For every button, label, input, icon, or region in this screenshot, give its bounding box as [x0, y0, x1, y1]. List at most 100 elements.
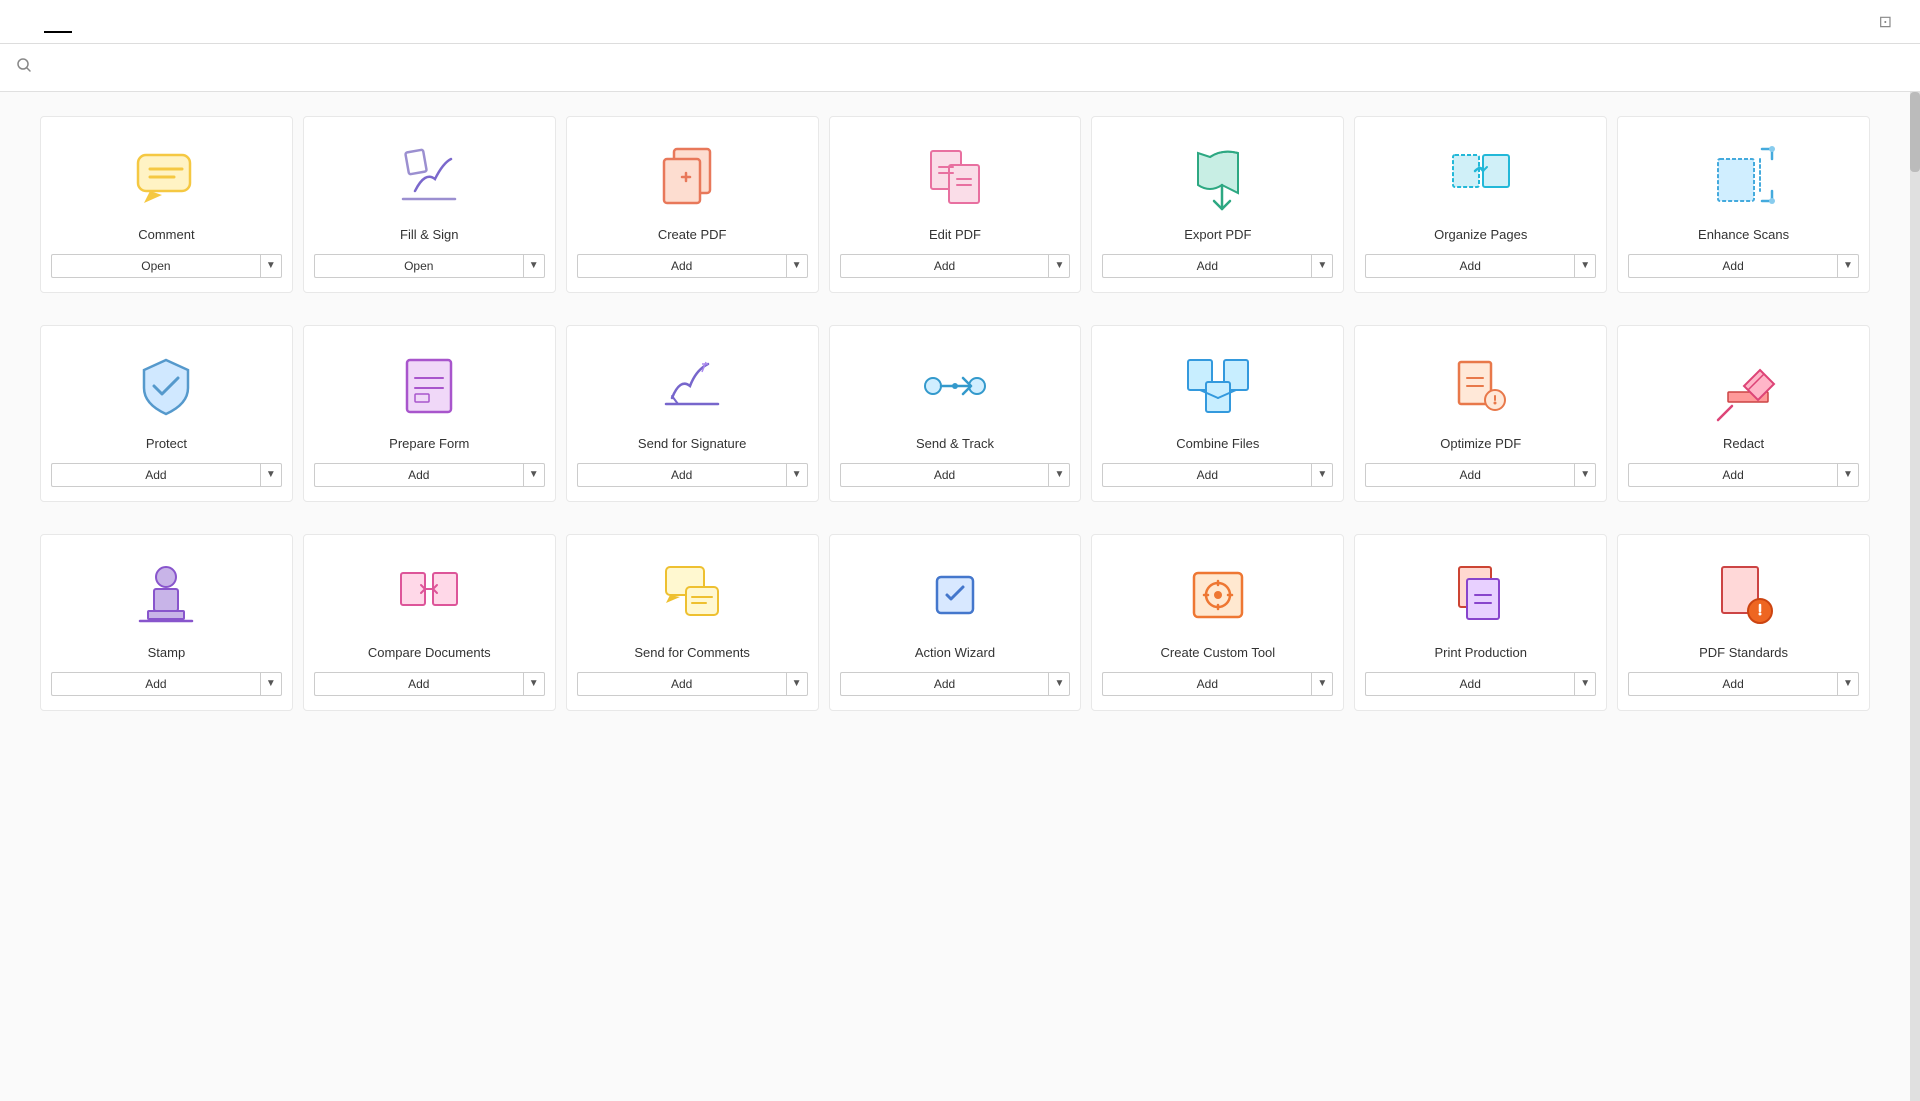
- btn-row-send-comments: Add▼: [577, 672, 808, 696]
- tools-grid-row2: ProtectAdd▼ Prepare FormAdd▼ Send for Si…: [40, 325, 1870, 502]
- tool-card-send-comments: Send for CommentsAdd▼: [566, 534, 819, 711]
- btn-main-optimize-pdf[interactable]: Add: [1365, 463, 1574, 487]
- action-wizard-icon: [915, 555, 995, 635]
- btn-dropdown-fill-sign[interactable]: ▼: [523, 254, 545, 278]
- btn-row-edit-pdf: Add▼: [840, 254, 1071, 278]
- btn-dropdown-combine-files[interactable]: ▼: [1311, 463, 1333, 487]
- tool-name-redact: Redact: [1723, 436, 1764, 453]
- btn-dropdown-comment[interactable]: ▼: [260, 254, 282, 278]
- btn-row-action-wizard: Add▼: [840, 672, 1071, 696]
- btn-main-fill-sign[interactable]: Open: [314, 254, 523, 278]
- tool-card-edit-pdf: Edit PDF Add▼: [829, 116, 1082, 293]
- btn-main-edit-pdf[interactable]: Add: [840, 254, 1049, 278]
- btn-row-create-custom-tool: Add▼: [1102, 672, 1333, 696]
- tool-name-action-wizard: Action Wizard: [915, 645, 995, 662]
- search-icon: [16, 57, 32, 78]
- nav-tab-tools[interactable]: [44, 11, 72, 33]
- btn-row-redact: Add▼: [1628, 463, 1859, 487]
- btn-row-compare-docs: Add▼: [314, 672, 545, 696]
- tool-name-pdf-standards: PDF Standards: [1699, 645, 1788, 662]
- btn-main-protect[interactable]: Add: [51, 463, 260, 487]
- print-production-icon: [1441, 555, 1521, 635]
- export-pdf-icon: [1178, 137, 1258, 217]
- tool-name-comment: Comment: [138, 227, 194, 244]
- btn-main-send-track[interactable]: Add: [840, 463, 1049, 487]
- btn-dropdown-pdf-standards[interactable]: ▼: [1837, 672, 1859, 696]
- btn-main-create-custom-tool[interactable]: Add: [1102, 672, 1311, 696]
- tool-card-print-production: Print Production Add▼: [1354, 534, 1607, 711]
- redact-icon: [1704, 346, 1784, 426]
- btn-main-stamp[interactable]: Add: [51, 672, 260, 696]
- tool-name-optimize-pdf: Optimize PDF: [1440, 436, 1521, 453]
- btn-main-send-signature[interactable]: Add: [577, 463, 786, 487]
- btn-dropdown-export-pdf[interactable]: ▼: [1311, 254, 1333, 278]
- create-custom-tool-icon: [1178, 555, 1258, 635]
- scrollbar-thumb[interactable]: [1910, 92, 1920, 172]
- tool-name-export-pdf: Export PDF: [1184, 227, 1251, 244]
- btn-row-combine-files: Add▼: [1102, 463, 1333, 487]
- btn-dropdown-create-custom-tool[interactable]: ▼: [1311, 672, 1333, 696]
- scrollbar-track[interactable]: [1910, 92, 1920, 1101]
- tool-card-fill-sign: Fill & SignOpen▼: [303, 116, 556, 293]
- btn-main-send-comments[interactable]: Add: [577, 672, 786, 696]
- btn-main-enhance-scans[interactable]: Add: [1628, 254, 1837, 278]
- btn-main-print-production[interactable]: Add: [1365, 672, 1574, 696]
- btn-dropdown-send-signature[interactable]: ▼: [786, 463, 808, 487]
- send-signature-icon: [652, 346, 732, 426]
- tool-card-send-track: Send & Track Add▼: [829, 325, 1082, 502]
- btn-dropdown-protect[interactable]: ▼: [260, 463, 282, 487]
- send-comments-icon: [652, 555, 732, 635]
- btn-row-protect: Add▼: [51, 463, 282, 487]
- tool-card-action-wizard: Action Wizard Add▼: [829, 534, 1082, 711]
- tool-card-combine-files: Combine FilesAdd▼: [1091, 325, 1344, 502]
- send-track-icon: [915, 346, 995, 426]
- btn-dropdown-redact[interactable]: ▼: [1837, 463, 1859, 487]
- btn-dropdown-send-comments[interactable]: ▼: [786, 672, 808, 696]
- btn-main-pdf-standards[interactable]: Add: [1628, 672, 1837, 696]
- tool-name-edit-pdf: Edit PDF: [929, 227, 981, 244]
- btn-dropdown-stamp[interactable]: ▼: [260, 672, 282, 696]
- tool-card-send-signature: Send for SignatureAdd▼: [566, 325, 819, 502]
- btn-main-compare-docs[interactable]: Add: [314, 672, 523, 696]
- btn-main-export-pdf[interactable]: Add: [1102, 254, 1311, 278]
- btn-row-send-track: Add▼: [840, 463, 1071, 487]
- tool-card-pdf-standards: PDF Standards Add▼: [1617, 534, 1870, 711]
- btn-dropdown-edit-pdf[interactable]: ▼: [1048, 254, 1070, 278]
- btn-row-send-signature: Add▼: [577, 463, 808, 487]
- btn-dropdown-send-track[interactable]: ▼: [1048, 463, 1070, 487]
- btn-dropdown-optimize-pdf[interactable]: ▼: [1574, 463, 1596, 487]
- tool-card-prepare-form: Prepare Form Add▼: [303, 325, 556, 502]
- tools-grid-row3: StampAdd▼ Compare DocumentsAdd▼ Send for…: [40, 534, 1870, 711]
- btn-dropdown-enhance-scans[interactable]: ▼: [1837, 254, 1859, 278]
- btn-row-prepare-form: Add▼: [314, 463, 545, 487]
- btn-dropdown-action-wizard[interactable]: ▼: [1048, 672, 1070, 696]
- search-input[interactable]: [40, 60, 340, 76]
- tool-card-optimize-pdf: Optimize PDF Add▼: [1354, 325, 1607, 502]
- btn-main-comment[interactable]: Open: [51, 254, 260, 278]
- protect-icon: [126, 346, 206, 426]
- tool-card-compare-docs: Compare DocumentsAdd▼: [303, 534, 556, 711]
- tool-name-send-track: Send & Track: [916, 436, 994, 453]
- btn-main-combine-files[interactable]: Add: [1102, 463, 1311, 487]
- nav-tab-document[interactable]: [72, 11, 100, 33]
- tool-card-enhance-scans: Enhance ScansAdd▼: [1617, 116, 1870, 293]
- tool-card-create-custom-tool: Create Custom ToolAdd▼: [1091, 534, 1344, 711]
- tool-name-prepare-form: Prepare Form: [389, 436, 469, 453]
- btn-main-create-pdf[interactable]: Add: [577, 254, 786, 278]
- btn-main-action-wizard[interactable]: Add: [840, 672, 1049, 696]
- btn-dropdown-compare-docs[interactable]: ▼: [523, 672, 545, 696]
- nav-tab-home[interactable]: [16, 11, 44, 33]
- tool-card-stamp: StampAdd▼: [40, 534, 293, 711]
- btn-main-organize-pages[interactable]: Add: [1365, 254, 1574, 278]
- btn-dropdown-print-production[interactable]: ▼: [1574, 672, 1596, 696]
- optimize-pdf-icon: [1441, 346, 1521, 426]
- btn-dropdown-organize-pages[interactable]: ▼: [1574, 254, 1596, 278]
- btn-row-create-pdf: Add▼: [577, 254, 808, 278]
- tool-name-protect: Protect: [146, 436, 187, 453]
- btn-row-optimize-pdf: Add▼: [1365, 463, 1596, 487]
- btn-main-prepare-form[interactable]: Add: [314, 463, 523, 487]
- btn-dropdown-prepare-form[interactable]: ▼: [523, 463, 545, 487]
- tool-name-print-production: Print Production: [1434, 645, 1527, 662]
- btn-main-redact[interactable]: Add: [1628, 463, 1837, 487]
- btn-dropdown-create-pdf[interactable]: ▼: [786, 254, 808, 278]
